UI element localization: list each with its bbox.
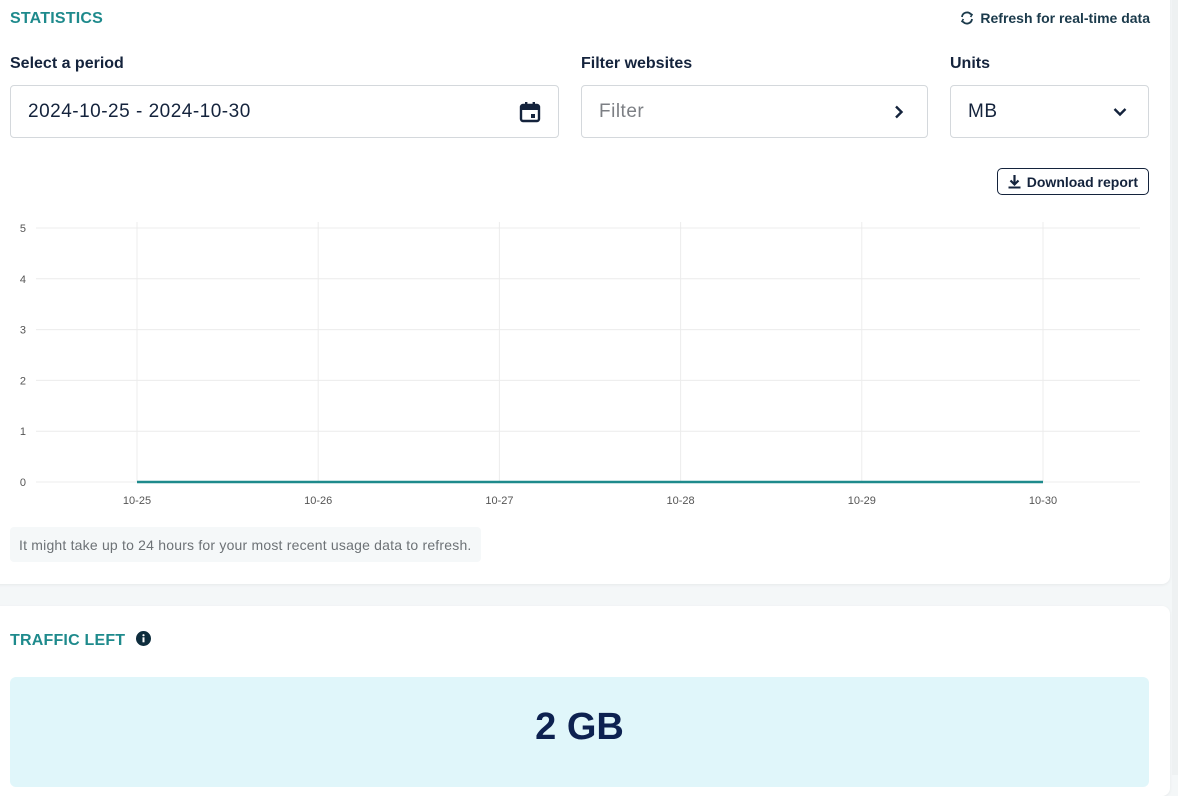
download-report-button[interactable]: Download report xyxy=(996,168,1149,195)
scrollbar[interactable] xyxy=(1172,0,1178,775)
x-tick-label: 10-26 xyxy=(304,495,332,507)
chevron-right-icon[interactable] xyxy=(888,101,910,123)
period-picker[interactable]: 2024-10-25 - 2024-10-30 xyxy=(10,85,559,138)
refresh-icon xyxy=(961,11,974,25)
refresh-label: Refresh for real-time data xyxy=(980,10,1150,26)
y-tick-label: 2 xyxy=(20,375,26,387)
statistics-card: STATISTICS Refresh for real-time data Se… xyxy=(0,0,1170,584)
x-tick-label: 10-30 xyxy=(1029,495,1057,507)
chevron-down-icon xyxy=(1109,101,1131,123)
statistics-title: STATISTICS xyxy=(10,10,103,27)
y-tick-label: 4 xyxy=(20,274,26,286)
filter-input[interactable]: Filter xyxy=(599,101,888,123)
x-tick-label: 10-29 xyxy=(848,495,876,507)
x-tick-label: 10-25 xyxy=(123,495,151,507)
filter-label: Filter websites xyxy=(581,55,693,72)
traffic-left-title: TRAFFIC LEFT xyxy=(10,632,126,649)
units-select[interactable]: MB xyxy=(950,85,1149,138)
refresh-note: It might take up to 24 hours for your mo… xyxy=(10,527,481,562)
refresh-button[interactable]: Refresh for real-time data xyxy=(959,10,1150,26)
units-label: Units xyxy=(950,55,990,72)
x-tick-label: 10-27 xyxy=(485,495,513,507)
filter-websites-field[interactable]: Filter xyxy=(581,85,928,138)
y-tick-label: 5 xyxy=(20,223,26,235)
download-label: Download report xyxy=(1026,173,1138,190)
period-value: 2024-10-25 - 2024-10-30 xyxy=(28,100,251,122)
x-tick-label: 10-28 xyxy=(667,495,695,507)
traffic-left-card: TRAFFIC LEFT 2 GB xyxy=(0,606,1170,796)
traffic-left-value: 2 GB xyxy=(10,677,1149,787)
period-label: Select a period xyxy=(10,55,124,72)
calendar-icon[interactable] xyxy=(519,101,541,123)
y-tick-label: 3 xyxy=(20,325,26,337)
units-value: MB xyxy=(968,100,998,122)
download-icon xyxy=(1008,175,1021,189)
y-tick-label: 0 xyxy=(20,477,26,489)
usage-chart: 0 1 2 3 4 5 10-25 10-26 10-27 10-28 10-29 10-30 xyxy=(20,222,1140,507)
y-tick-label: 1 xyxy=(20,426,26,438)
info-icon[interactable] xyxy=(136,631,151,646)
